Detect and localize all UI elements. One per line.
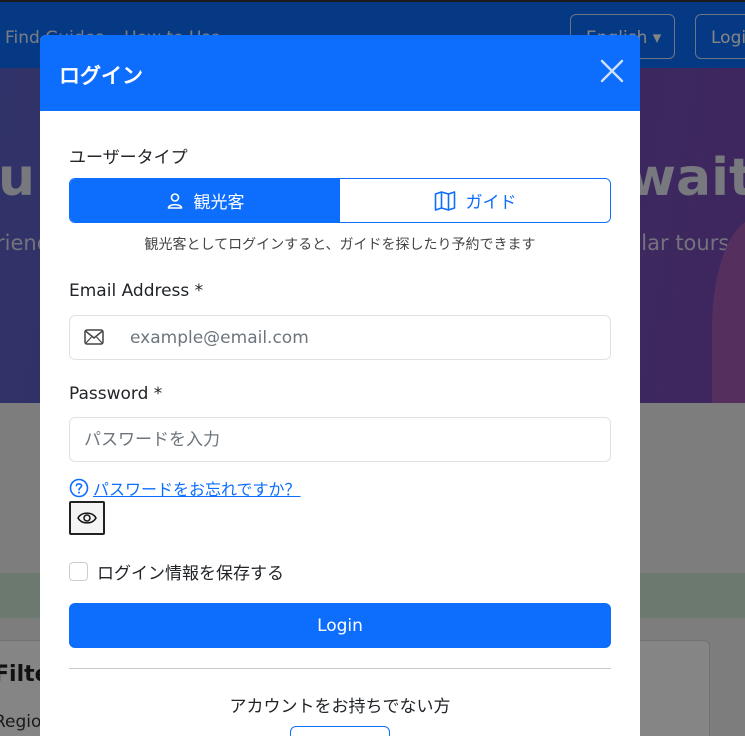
forgot-password-link[interactable]: パスワードをお忘れですか？ xyxy=(69,476,301,500)
user-type-guide-button[interactable]: ガイド xyxy=(340,179,610,222)
login-modal: ログイン ユーザータイプ 観光客 ガイド 観光客としてログインすると、ガイドを探… xyxy=(40,35,640,736)
user-type-label: ユーザータイプ xyxy=(69,148,188,168)
login-button-label: Login xyxy=(317,615,363,636)
close-button[interactable] xyxy=(596,55,628,87)
envelope-icon xyxy=(84,329,104,345)
forgot-password-text: パスワードをお忘れですか？ xyxy=(93,480,301,499)
question-circle-icon xyxy=(69,478,89,498)
remember-me-checkbox[interactable] xyxy=(69,562,88,581)
user-type-tourist-button[interactable]: 観光客 xyxy=(70,179,340,222)
divider xyxy=(69,668,611,669)
remember-me: ログイン情報を保存する xyxy=(69,559,284,584)
modal-title: ログイン xyxy=(59,64,143,88)
remember-me-label: ログイン情報を保存する xyxy=(97,564,284,584)
user-type-hint: 観光客としてログインすると、ガイドを探したり予約できます xyxy=(144,237,536,253)
email-input[interactable] xyxy=(130,316,600,359)
eye-icon xyxy=(77,512,97,524)
user-type-guide-label: ガイド xyxy=(465,193,517,213)
no-account-text: アカウントをお持ちでない方 xyxy=(229,697,451,717)
login-button[interactable]: Login xyxy=(69,603,611,648)
user-type-tourist-label: 観光客 xyxy=(193,193,245,213)
email-label: Email Address * xyxy=(69,281,204,301)
signup-button[interactable] xyxy=(290,726,390,736)
password-label: Password * xyxy=(69,384,163,404)
password-field-wrapper xyxy=(69,417,611,462)
modal-header: ログイン xyxy=(40,35,640,111)
show-password-button[interactable] xyxy=(69,501,105,535)
map-icon xyxy=(434,190,455,211)
email-field-wrapper xyxy=(69,315,611,360)
person-icon xyxy=(167,192,182,209)
user-type-toggle: 観光客 ガイド xyxy=(69,178,611,223)
password-input[interactable] xyxy=(84,418,599,461)
close-icon xyxy=(600,59,624,83)
